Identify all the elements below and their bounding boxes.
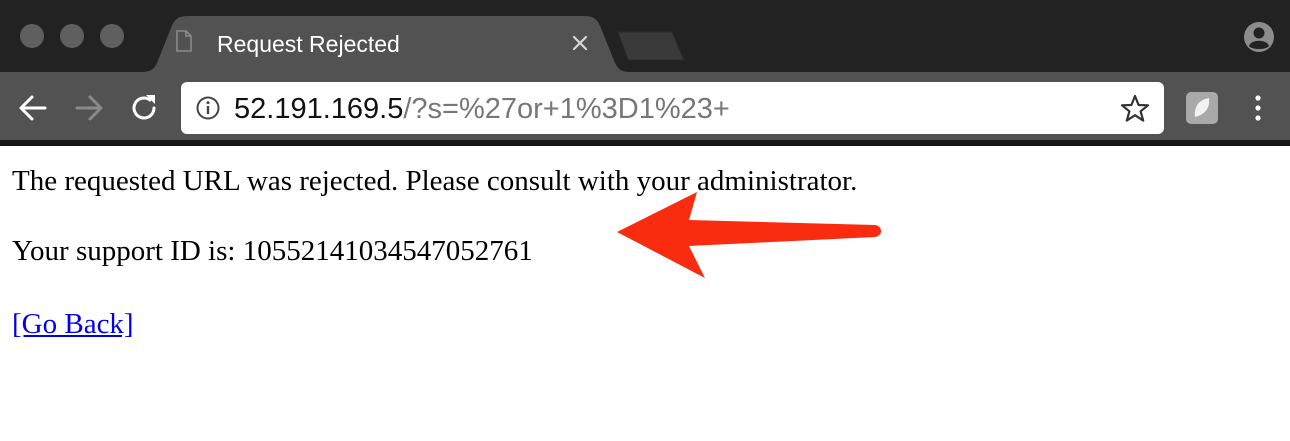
url-text[interactable]: 52.191.169.5/?s=%27or+1%3D1%23+ (234, 92, 730, 126)
go-back-link[interactable]: [Go Back] (12, 307, 134, 341)
tab-title: Request Rejected (217, 31, 400, 57)
profile-icon[interactable] (1243, 21, 1275, 53)
kebab-menu-icon[interactable] (1250, 93, 1266, 123)
arrow-right-icon[interactable] (73, 92, 105, 124)
page-icon (176, 30, 192, 52)
window-zoom-button[interactable] (100, 24, 124, 48)
extension-icon[interactable] (1185, 91, 1219, 125)
star-icon[interactable] (1120, 94, 1150, 124)
support-id-line: Your support ID is: 10552141034547052761 (12, 235, 533, 267)
close-icon[interactable] (571, 34, 589, 52)
url-host: 52.191.169.5 (234, 93, 404, 125)
reload-icon[interactable] (129, 92, 161, 124)
arrow-left-icon[interactable] (17, 92, 49, 124)
new-tab-button[interactable] (616, 30, 686, 62)
window-minimize-button[interactable] (60, 24, 84, 48)
window-close-button[interactable] (20, 24, 44, 48)
url-path: /?s=%27or+1%3D1%23+ (403, 93, 730, 125)
toolbar-divider (0, 140, 1290, 146)
annotation-arrow (617, 192, 881, 278)
info-icon[interactable] (196, 96, 220, 120)
